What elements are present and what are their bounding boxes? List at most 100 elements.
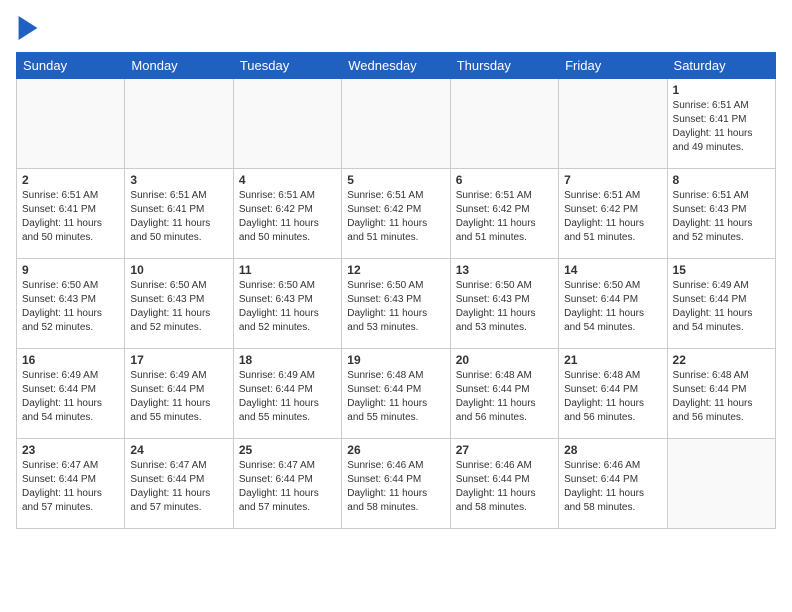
day-info: Sunrise: 6:51 AM Sunset: 6:42 PM Dayligh… <box>347 189 444 245</box>
logo-icon <box>18 16 38 40</box>
day-info: Sunrise: 6:50 AM Sunset: 6:43 PM Dayligh… <box>456 279 553 335</box>
calendar-cell: 5 Sunrise: 6:51 AM Sunset: 6:42 PM Daylig… <box>342 169 450 259</box>
day-number: 27 <box>456 443 553 457</box>
day-number: 8 <box>673 173 770 187</box>
day-number: 6 <box>456 173 553 187</box>
day-number: 25 <box>239 443 336 457</box>
day-number: 11 <box>239 263 336 277</box>
calendar-cell: 25 Sunrise: 6:47 AM Sunset: 6:44 PM Dayli… <box>233 439 341 529</box>
day-info: Sunrise: 6:48 AM Sunset: 6:44 PM Dayligh… <box>564 369 661 425</box>
day-info: Sunrise: 6:51 AM Sunset: 6:42 PM Dayligh… <box>456 189 553 245</box>
calendar-cell: 2 Sunrise: 6:51 AM Sunset: 6:41 PM Daylig… <box>17 169 125 259</box>
week-row: 16 Sunrise: 6:49 AM Sunset: 6:44 PM Dayli… <box>17 349 776 439</box>
day-number: 16 <box>22 353 119 367</box>
day-number: 2 <box>22 173 119 187</box>
calendar-cell <box>559 79 667 169</box>
day-info: Sunrise: 6:46 AM Sunset: 6:44 PM Dayligh… <box>564 459 661 515</box>
header-row: SundayMondayTuesdayWednesdayThursdayFrid… <box>17 53 776 79</box>
day-number: 20 <box>456 353 553 367</box>
header <box>16 16 776 40</box>
week-row: 9Sunrise: 6:50 AM Sunset: 6:43 PM Daylig… <box>17 259 776 349</box>
calendar-cell <box>125 79 233 169</box>
day-number: 14 <box>564 263 661 277</box>
day-info: Sunrise: 6:51 AM Sunset: 6:41 PM Dayligh… <box>22 189 119 245</box>
day-number: 13 <box>456 263 553 277</box>
day-info: Sunrise: 6:50 AM Sunset: 6:43 PM Dayligh… <box>347 279 444 335</box>
weekday-header: Thursday <box>450 53 558 79</box>
day-info: Sunrise: 6:48 AM Sunset: 6:44 PM Dayligh… <box>347 369 444 425</box>
day-number: 4 <box>239 173 336 187</box>
calendar-cell: 4 Sunrise: 6:51 AM Sunset: 6:42 PM Daylig… <box>233 169 341 259</box>
day-info: Sunrise: 6:47 AM Sunset: 6:44 PM Dayligh… <box>239 459 336 515</box>
calendar-cell: 11 Sunrise: 6:50 AM Sunset: 6:43 PM Dayli… <box>233 259 341 349</box>
day-number: 23 <box>22 443 119 457</box>
week-row: 23 Sunrise: 6:47 AM Sunset: 6:44 PM Dayli… <box>17 439 776 529</box>
day-number: 21 <box>564 353 661 367</box>
day-info: Sunrise: 6:51 AM Sunset: 6:43 PM Dayligh… <box>673 189 770 245</box>
weekday-header: Sunday <box>17 53 125 79</box>
calendar-cell: 19 Sunrise: 6:48 AM Sunset: 6:44 PM Dayli… <box>342 349 450 439</box>
calendar-cell <box>450 79 558 169</box>
day-info: Sunrise: 6:46 AM Sunset: 6:44 PM Dayligh… <box>456 459 553 515</box>
weekday-header: Saturday <box>667 53 775 79</box>
calendar-cell: 10 Sunrise: 6:50 AM Sunset: 6:43 PM Dayli… <box>125 259 233 349</box>
day-number: 24 <box>130 443 227 457</box>
day-number: 1 <box>673 83 770 97</box>
calendar-cell: 14 Sunrise: 6:50 AM Sunset: 6:44 PM Dayli… <box>559 259 667 349</box>
weekday-header: Tuesday <box>233 53 341 79</box>
calendar: SundayMondayTuesdayWednesdayThursdayFrid… <box>16 52 776 529</box>
day-info: Sunrise: 6:51 AM Sunset: 6:42 PM Dayligh… <box>564 189 661 245</box>
day-info: Sunrise: 6:51 AM Sunset: 6:41 PM Dayligh… <box>130 189 227 245</box>
day-info: Sunrise: 6:48 AM Sunset: 6:44 PM Dayligh… <box>673 369 770 425</box>
calendar-cell: 15Sunrise: 6:49 AM Sunset: 6:44 PM Dayli… <box>667 259 775 349</box>
day-info: Sunrise: 6:49 AM Sunset: 6:44 PM Dayligh… <box>673 279 770 335</box>
calendar-cell: 3 Sunrise: 6:51 AM Sunset: 6:41 PM Daylig… <box>125 169 233 259</box>
day-info: Sunrise: 6:50 AM Sunset: 6:44 PM Dayligh… <box>564 279 661 335</box>
calendar-cell <box>17 79 125 169</box>
calendar-cell: 23 Sunrise: 6:47 AM Sunset: 6:44 PM Dayli… <box>17 439 125 529</box>
weekday-header: Wednesday <box>342 53 450 79</box>
day-number: 19 <box>347 353 444 367</box>
calendar-cell: 7 Sunrise: 6:51 AM Sunset: 6:42 PM Daylig… <box>559 169 667 259</box>
calendar-cell: 28Sunrise: 6:46 AM Sunset: 6:44 PM Dayli… <box>559 439 667 529</box>
day-number: 22 <box>673 353 770 367</box>
day-number: 12 <box>347 263 444 277</box>
calendar-body: 1 Sunrise: 6:51 AM Sunset: 6:41 PM Daylig… <box>17 79 776 529</box>
day-info: Sunrise: 6:47 AM Sunset: 6:44 PM Dayligh… <box>22 459 119 515</box>
day-info: Sunrise: 6:49 AM Sunset: 6:44 PM Dayligh… <box>239 369 336 425</box>
day-number: 5 <box>347 173 444 187</box>
calendar-header: SundayMondayTuesdayWednesdayThursdayFrid… <box>17 53 776 79</box>
calendar-cell: 12 Sunrise: 6:50 AM Sunset: 6:43 PM Dayli… <box>342 259 450 349</box>
day-info: Sunrise: 6:51 AM Sunset: 6:42 PM Dayligh… <box>239 189 336 245</box>
calendar-cell <box>667 439 775 529</box>
calendar-cell: 24 Sunrise: 6:47 AM Sunset: 6:44 PM Dayli… <box>125 439 233 529</box>
calendar-cell: 18 Sunrise: 6:49 AM Sunset: 6:44 PM Dayli… <box>233 349 341 439</box>
calendar-cell: 26 Sunrise: 6:46 AM Sunset: 6:44 PM Dayli… <box>342 439 450 529</box>
calendar-cell: 9Sunrise: 6:50 AM Sunset: 6:43 PM Daylig… <box>17 259 125 349</box>
day-info: Sunrise: 6:47 AM Sunset: 6:44 PM Dayligh… <box>130 459 227 515</box>
day-info: Sunrise: 6:46 AM Sunset: 6:44 PM Dayligh… <box>347 459 444 515</box>
calendar-cell: 1Sunrise: 6:51 AM Sunset: 6:41 PM Daylig… <box>667 79 775 169</box>
day-number: 3 <box>130 173 227 187</box>
day-info: Sunrise: 6:49 AM Sunset: 6:44 PM Dayligh… <box>22 369 119 425</box>
day-number: 26 <box>347 443 444 457</box>
calendar-cell: 27 Sunrise: 6:46 AM Sunset: 6:44 PM Dayli… <box>450 439 558 529</box>
day-info: Sunrise: 6:50 AM Sunset: 6:43 PM Dayligh… <box>239 279 336 335</box>
day-number: 7 <box>564 173 661 187</box>
weekday-header: Monday <box>125 53 233 79</box>
day-number: 10 <box>130 263 227 277</box>
logo <box>16 16 38 40</box>
calendar-cell: 6 Sunrise: 6:51 AM Sunset: 6:42 PM Daylig… <box>450 169 558 259</box>
page: SundayMondayTuesdayWednesdayThursdayFrid… <box>0 0 792 545</box>
day-number: 17 <box>130 353 227 367</box>
day-number: 18 <box>239 353 336 367</box>
calendar-cell: 16 Sunrise: 6:49 AM Sunset: 6:44 PM Dayli… <box>17 349 125 439</box>
day-info: Sunrise: 6:50 AM Sunset: 6:43 PM Dayligh… <box>22 279 119 335</box>
calendar-cell: 13 Sunrise: 6:50 AM Sunset: 6:43 PM Dayli… <box>450 259 558 349</box>
day-info: Sunrise: 6:48 AM Sunset: 6:44 PM Dayligh… <box>456 369 553 425</box>
day-info: Sunrise: 6:50 AM Sunset: 6:43 PM Dayligh… <box>130 279 227 335</box>
day-info: Sunrise: 6:49 AM Sunset: 6:44 PM Dayligh… <box>130 369 227 425</box>
calendar-cell: 8 Sunrise: 6:51 AM Sunset: 6:43 PM Daylig… <box>667 169 775 259</box>
week-row: 1Sunrise: 6:51 AM Sunset: 6:41 PM Daylig… <box>17 79 776 169</box>
calendar-cell: 17 Sunrise: 6:49 AM Sunset: 6:44 PM Dayli… <box>125 349 233 439</box>
